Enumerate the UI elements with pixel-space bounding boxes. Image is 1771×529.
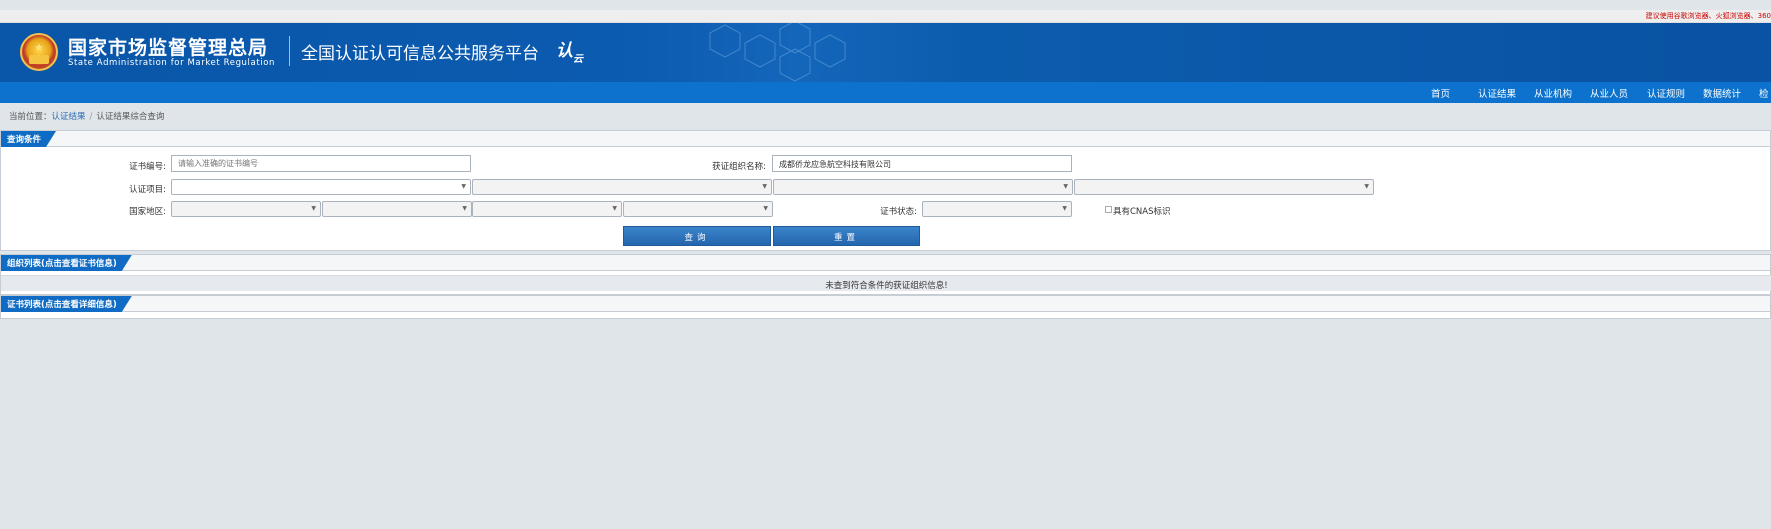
region-select-3[interactable]: ▼ <box>472 201 622 217</box>
cnas-label: 具有CNAS标识 <box>1113 207 1171 217</box>
dropdown-arrow-icon: ▼ <box>1364 183 1369 190</box>
project-label: 认证项目: <box>129 185 166 195</box>
breadcrumb: 当前位置：认证结果 / 认证结果综合查询 <box>9 110 164 122</box>
org-list-panel: 组织列表(点击查看证书信息) 未查到符合条件的获证组织信息! <box>0 254 1771 295</box>
breadcrumb-current: 认证结果综合查询 <box>96 112 165 122</box>
nav-check[interactable]: 检 <box>1759 86 1769 100</box>
national-emblem-icon: ★ <box>20 33 58 71</box>
dropdown-arrow-icon: ▼ <box>461 183 466 190</box>
dropdown-arrow-icon: ▼ <box>311 205 316 212</box>
status-select[interactable]: ▼ <box>922 201 1072 217</box>
main-nav: 首页 认证结果 从业机构 从业人员 认证规则 数据统计 检 <box>0 82 1771 103</box>
cert-list-title: 证书列表(点击查看详细信息) <box>1 296 132 312</box>
breadcrumb-separator: / <box>89 112 93 122</box>
logo-text: 认 <box>556 41 573 61</box>
breadcrumb-link[interactable]: 认证结果 <box>52 112 86 122</box>
dropdown-arrow-icon: ▼ <box>1062 205 1067 212</box>
cert-no-label: 证书编号: <box>129 162 166 172</box>
agency-title-en: State Administration for Market Regulati… <box>68 58 275 68</box>
org-name-input[interactable]: 成都侨龙应急航空科技有限公司 <box>772 155 1072 172</box>
project-select-2[interactable]: ▼ <box>472 179 772 195</box>
dropdown-arrow-icon: ▼ <box>612 205 617 212</box>
agency-title-cn: 国家市场监督管理总局 <box>68 37 269 59</box>
nav-home[interactable]: 首页 <box>1431 86 1450 100</box>
nav-personnel[interactable]: 从业人员 <box>1590 86 1628 100</box>
org-list-empty-message: 未查到符合条件的获证组织信息! <box>1 275 1771 291</box>
platform-title: 全国认证认可信息公共服务平台 <box>301 44 539 64</box>
nav-institutions[interactable]: 从业机构 <box>1534 86 1572 100</box>
region-select-4[interactable]: ▼ <box>623 201 773 217</box>
nav-statistics[interactable]: 数据统计 <box>1703 86 1741 100</box>
org-list-header: 组织列表(点击查看证书信息) <box>1 255 1770 271</box>
cert-list-panel: 证书列表(点击查看详细信息) <box>0 295 1771 319</box>
nav-cert-rules[interactable]: 认证规则 <box>1647 86 1685 100</box>
breadcrumb-prefix: 当前位置： <box>9 112 52 122</box>
header-divider <box>289 36 290 66</box>
project-select-1[interactable]: ▼ <box>171 179 471 195</box>
region-select-1[interactable]: ▼ <box>171 201 321 217</box>
header-banner: ★ 国家市场监督管理总局 State Administration for Ma… <box>0 23 1771 82</box>
region-select-2[interactable]: ▼ <box>322 201 472 217</box>
cert-list-header: 证书列表(点击查看详细信息) <box>1 296 1770 312</box>
cnas-checkbox[interactable] <box>1105 206 1112 213</box>
query-section-title: 查询条件 <box>1 131 56 147</box>
org-name-label: 获证组织名称: <box>712 162 766 172</box>
project-select-3[interactable]: ▼ <box>773 179 1073 195</box>
dropdown-arrow-icon: ▼ <box>762 183 767 190</box>
status-label: 证书状态: <box>880 207 917 217</box>
query-panel-header: 查询条件 <box>1 131 1770 147</box>
cert-no-input[interactable] <box>171 155 471 172</box>
org-list-title: 组织列表(点击查看证书信息) <box>1 255 132 271</box>
top-notice-bar: 建议使用谷歌浏览器、火狐浏览器、360 <box>0 10 1771 23</box>
hexagon-decoration <box>709 23 846 82</box>
renzheng-cloud-logo: 认云 <box>556 36 583 65</box>
dropdown-arrow-icon: ▼ <box>763 205 768 212</box>
reset-button[interactable]: 重置 <box>773 226 920 246</box>
nav-cert-results[interactable]: 认证结果 <box>1478 86 1516 100</box>
dropdown-arrow-icon: ▼ <box>1063 183 1068 190</box>
search-button[interactable]: 查询 <box>623 226 771 246</box>
browser-notice: 建议使用谷歌浏览器、火狐浏览器、360 <box>1645 12 1771 20</box>
dropdown-arrow-icon: ▼ <box>462 205 467 212</box>
project-select-4[interactable]: ▼ <box>1074 179 1374 195</box>
region-label: 国家地区: <box>129 207 166 217</box>
logo-sub: 云 <box>573 54 583 65</box>
query-panel: 查询条件 证书编号: 获证组织名称: 成都侨龙应急航空科技有限公司 认证项目: … <box>0 130 1771 251</box>
